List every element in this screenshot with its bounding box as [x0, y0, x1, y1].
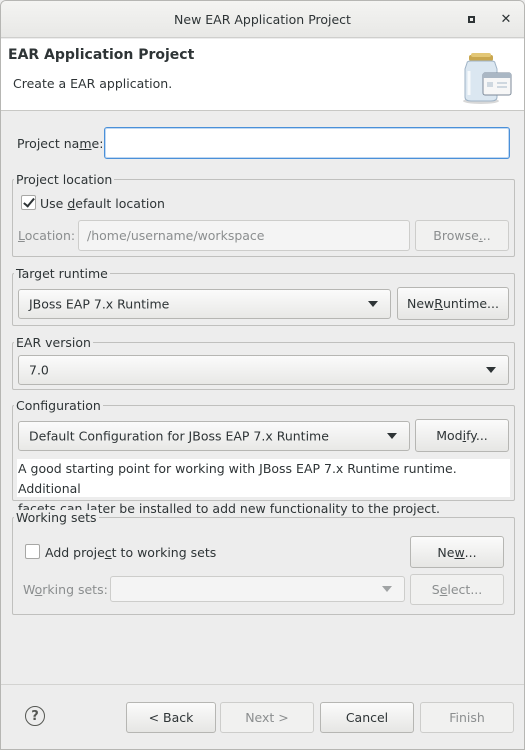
use-default-location-label: Use default location — [40, 196, 165, 211]
maximize-icon[interactable] — [463, 11, 479, 27]
configuration-value: Default Configuration for JBoss EAP 7.x … — [29, 428, 329, 444]
page-description: Create a EAR application. — [13, 76, 173, 91]
wizard-header: EAR Application Project Create a EAR app… — [1, 39, 524, 111]
target-runtime-title: Target runtime — [14, 266, 110, 281]
wizard-window: New EAR Application Project ✕ EAR Applic… — [0, 0, 525, 750]
target-runtime-value: JBoss EAP 7.x Runtime — [29, 296, 170, 312]
project-name-label: Project name: — [17, 136, 104, 151]
location-label: Location: — [18, 228, 76, 243]
title-bar: New EAR Application Project ✕ — [1, 1, 524, 38]
cancel-button[interactable]: Cancel — [320, 702, 414, 733]
target-runtime-select[interactable]: JBoss EAP 7.x Runtime — [18, 289, 391, 319]
ear-jar-icon — [463, 53, 512, 104]
footer-separator — [1, 684, 524, 685]
chevron-down-icon — [387, 433, 397, 439]
configuration-select[interactable]: Default Configuration for JBoss EAP 7.x … — [18, 421, 410, 451]
add-to-working-sets-label: Add project to working sets — [45, 545, 217, 560]
chevron-down-icon — [382, 586, 392, 592]
add-to-working-sets-checkbox[interactable] — [25, 544, 40, 559]
page-title: EAR Application Project — [8, 47, 195, 63]
configuration-description: A good starting point for working with J… — [17, 459, 510, 516]
configuration-title: Configuration — [14, 398, 103, 413]
finish-button[interactable]: Finish — [420, 702, 514, 733]
close-icon[interactable]: ✕ — [498, 11, 514, 27]
back-button[interactable]: < Back — [126, 702, 216, 733]
project-location-title: Project location — [14, 172, 115, 187]
chevron-down-icon — [486, 367, 496, 373]
window-title: New EAR Application Project — [174, 12, 351, 27]
working-sets-title: Working sets — [14, 510, 99, 525]
select-working-sets-button[interactable]: Se lect... — [410, 574, 504, 605]
ear-version-value: 7.0 — [29, 362, 49, 378]
modify-button[interactable]: Mod i fy... — [415, 419, 509, 452]
ear-version-select[interactable]: 7.0 — [18, 355, 509, 385]
browse-button[interactable]: Browse... — [415, 220, 509, 251]
chevron-down-icon — [368, 301, 378, 307]
new-runtime-button[interactable]: New Runtime... — [397, 287, 509, 320]
working-sets-select[interactable] — [110, 576, 405, 602]
location-input[interactable] — [78, 220, 410, 251]
project-name-input[interactable] — [104, 127, 510, 159]
working-sets-label: Working sets: — [23, 582, 108, 597]
use-default-location-checkbox[interactable] — [21, 195, 36, 210]
ear-version-title: EAR version — [14, 335, 93, 350]
new-working-set-button[interactable]: Ne w... — [410, 536, 504, 568]
next-button[interactable]: Next > — [220, 702, 314, 733]
help-icon[interactable]: ? — [25, 706, 45, 726]
